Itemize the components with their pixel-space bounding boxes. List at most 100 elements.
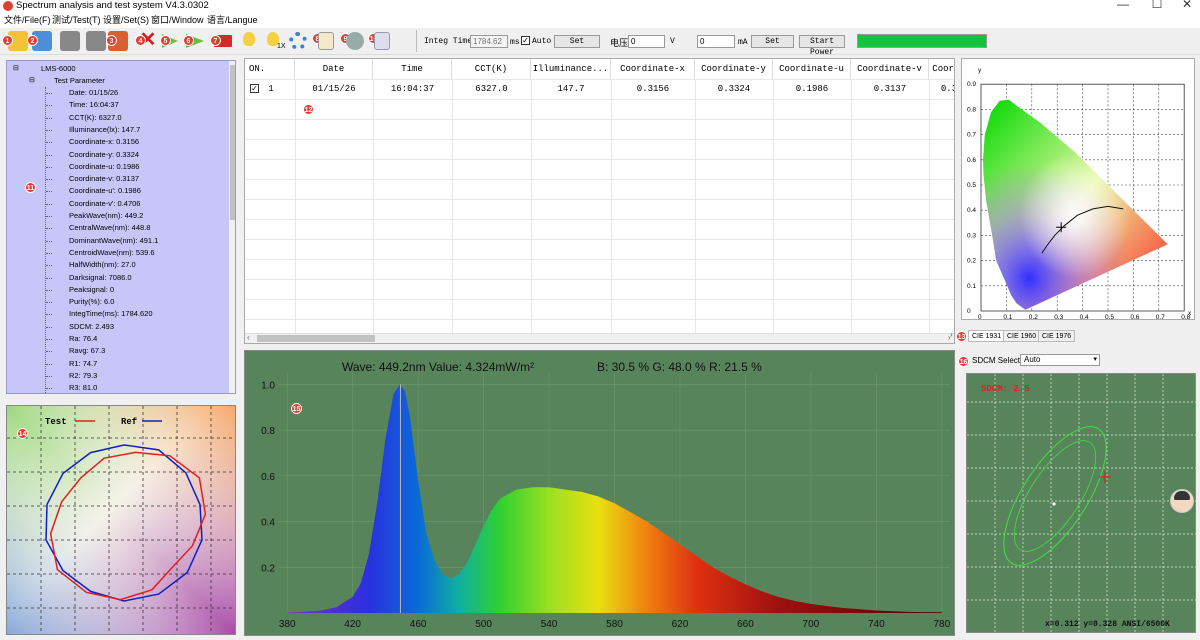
start-power-button[interactable]: Start Power	[799, 35, 845, 57]
column-header[interactable]: Time	[373, 59, 452, 79]
tree-item[interactable]: Purity(%): 6.0	[69, 297, 114, 307]
tree-item[interactable]: R3: 81.0	[69, 383, 97, 393]
tree-item[interactable]: PeakWave(nm): 449.2	[69, 211, 143, 221]
settings-gear-icon[interactable]	[289, 32, 307, 50]
print-icon[interactable]	[86, 31, 106, 51]
column-header[interactable]: Coordi	[929, 59, 954, 79]
table-cell[interactable]: 0.1986	[773, 79, 851, 99]
tree-item[interactable]: Time: 16:04:37	[69, 100, 119, 110]
tree-item[interactable]: R1: 74.7	[69, 359, 97, 369]
column-header[interactable]: Illuminance...	[531, 59, 611, 79]
column-header[interactable]: Coordinate-v	[851, 59, 929, 79]
tab-cie1976[interactable]: CIE 1976	[1038, 330, 1076, 342]
tree-item[interactable]: Illuminance(lx): 147.7	[69, 125, 140, 135]
tree-item[interactable]: R2: 79.3	[69, 371, 97, 381]
minimize-button[interactable]: —	[1108, 0, 1138, 12]
sdcm-ellipse-outer	[1003, 426, 1107, 566]
cie-x-tick: 0.3	[1054, 314, 1063, 321]
table-cell[interactable]: 0.3137	[851, 79, 929, 99]
tree-scroll-thumb[interactable]	[230, 65, 235, 220]
tree-item[interactable]: HalfWidth(nm): 27.0	[69, 260, 136, 270]
parameter-tree[interactable]: ⊟ LMS-6000 ⊟ Test Parameter Date: 01/15/…	[6, 60, 236, 394]
menu-window[interactable]: 窗口/Window	[151, 14, 204, 27]
tree-group[interactable]: Test Parameter	[54, 76, 105, 86]
tree-item[interactable]: Ra: 76.4	[69, 334, 97, 344]
table-cell[interactable]: 01/15/26	[295, 79, 373, 99]
cie-x-tick: 0.4	[1080, 314, 1089, 321]
assistant-avatar[interactable]	[1170, 489, 1194, 513]
auto-checkbox[interactable]: ✓	[521, 36, 530, 45]
tree-item[interactable]: Coordinate-y: 0.3324	[69, 150, 139, 160]
tree-item[interactable]: Coordinate-v': 0.4706	[69, 199, 140, 209]
table-hscroll-thumb[interactable]	[257, 335, 375, 342]
spectrum-y-ticks: 0.2 0.4 0.6 0.8 1.0	[261, 380, 275, 574]
tree-item[interactable]: Coordinate-u: 0.1986	[69, 162, 139, 172]
tree-item[interactable]: Ravg: 67.3	[69, 346, 105, 356]
tree-item[interactable]: Coordinate-x: 0.3156	[69, 137, 139, 147]
tree-item[interactable]: DominantWave(nm): 491.1	[69, 236, 158, 246]
tree-item[interactable]: Coordinate-u': 0.1986	[69, 186, 141, 196]
tree-item[interactable]: Coordinate-v: 0.3137	[69, 174, 139, 184]
current-input[interactable]: 0	[697, 35, 735, 48]
tab-cie1960[interactable]: CIE 1960	[1003, 330, 1041, 342]
table-cell[interactable]: 0.3324	[695, 79, 773, 99]
cie-x-tick: 0.5	[1105, 314, 1114, 321]
tab-cie1931[interactable]: CIE 1931	[968, 330, 1006, 342]
lamp-icon[interactable]	[243, 32, 255, 46]
voltage-input[interactable]: 0	[628, 35, 665, 48]
table-cell[interactable]: 0.3	[929, 79, 954, 99]
column-header[interactable]: Coordinate-x	[611, 59, 695, 79]
progress-fill	[858, 35, 986, 47]
sdcm-select[interactable]: Auto ▾	[1020, 354, 1100, 366]
tree-item[interactable]: Peaksignal: 0	[69, 285, 114, 295]
tree-item[interactable]: Date: 01/15/26	[69, 88, 118, 98]
sdcm-select-value: Auto	[1024, 355, 1041, 364]
cri-radar-panel: Test Ref	[6, 405, 236, 635]
menu-set[interactable]: 设置/Set(S)	[103, 14, 149, 27]
menu-language[interactable]: 语言/Langue	[207, 14, 258, 27]
table-gridline	[245, 239, 954, 240]
integ-set-button[interactable]: Set	[554, 35, 600, 48]
export-icon[interactable]	[60, 31, 80, 51]
tree-item[interactable]: Darksignal: 7086.0	[69, 273, 132, 283]
edit-icon[interactable]	[318, 32, 334, 50]
table-cell[interactable]: 16:04:37	[373, 79, 452, 99]
report-icon[interactable]	[374, 32, 390, 50]
maximize-button[interactable]: ☐	[1142, 0, 1172, 12]
tree-item[interactable]: SDCM: 2.493	[69, 322, 114, 332]
table-cell[interactable]: 147.7	[531, 79, 611, 99]
menu-file[interactable]: 文件/File(F)	[4, 14, 51, 27]
tree-item[interactable]: CCT(K): 6327.0	[69, 113, 122, 123]
tree-item[interactable]: CentroidWave(nm): 539.6	[69, 248, 155, 258]
results-table[interactable]: ON. Date Time CCT(K) Illuminance... Coordinat…	[244, 58, 955, 344]
column-header[interactable]: CCT(K)	[452, 59, 531, 79]
tree-group-toggle[interactable]: ⊟	[29, 76, 35, 86]
sdcm-point-marker	[1099, 471, 1111, 483]
scroll-left-arrow[interactable]: ‹	[247, 333, 250, 342]
column-header[interactable]: ON.	[245, 59, 295, 79]
table-cell[interactable]: 0.3156	[611, 79, 695, 99]
integ-time-input[interactable]: 1784.62	[470, 35, 508, 48]
sdcm-ellipse-inner	[1013, 440, 1097, 552]
tree-root[interactable]: LMS-6000	[41, 64, 76, 74]
tree-root-toggle[interactable]: ⊟	[13, 64, 19, 74]
sdcm-select-label: SDCM Select	[972, 356, 1021, 365]
tree-item[interactable]: IntegTime(ms): 1784.620	[69, 309, 153, 319]
current-set-button[interactable]: Set	[751, 35, 794, 48]
row-checkbox[interactable]: ✓	[250, 84, 259, 93]
table-cell[interactable]: 1	[261, 79, 281, 99]
menu-test[interactable]: 测试/Test(T)	[52, 14, 101, 27]
table-gridline	[245, 219, 954, 220]
column-header[interactable]: Coordinate-u	[773, 59, 851, 79]
table-cell[interactable]: 6327.0	[452, 79, 531, 99]
tree-item[interactable]: CentralWave(nm): 448.8	[69, 223, 150, 233]
tree-branch	[46, 129, 52, 131]
tab-scroll-arrow[interactable]: ›	[950, 330, 953, 339]
table-gridline	[611, 79, 612, 334]
x-tick-label: 620	[672, 619, 689, 630]
column-header[interactable]: Coordinate-y	[695, 59, 773, 79]
close-button[interactable]: ✕	[1172, 0, 1200, 12]
window-title: Spectrum analysis and test system V4.3.0…	[16, 0, 209, 11]
column-header[interactable]: Date	[295, 59, 373, 79]
calibrate-icon[interactable]	[346, 32, 364, 50]
